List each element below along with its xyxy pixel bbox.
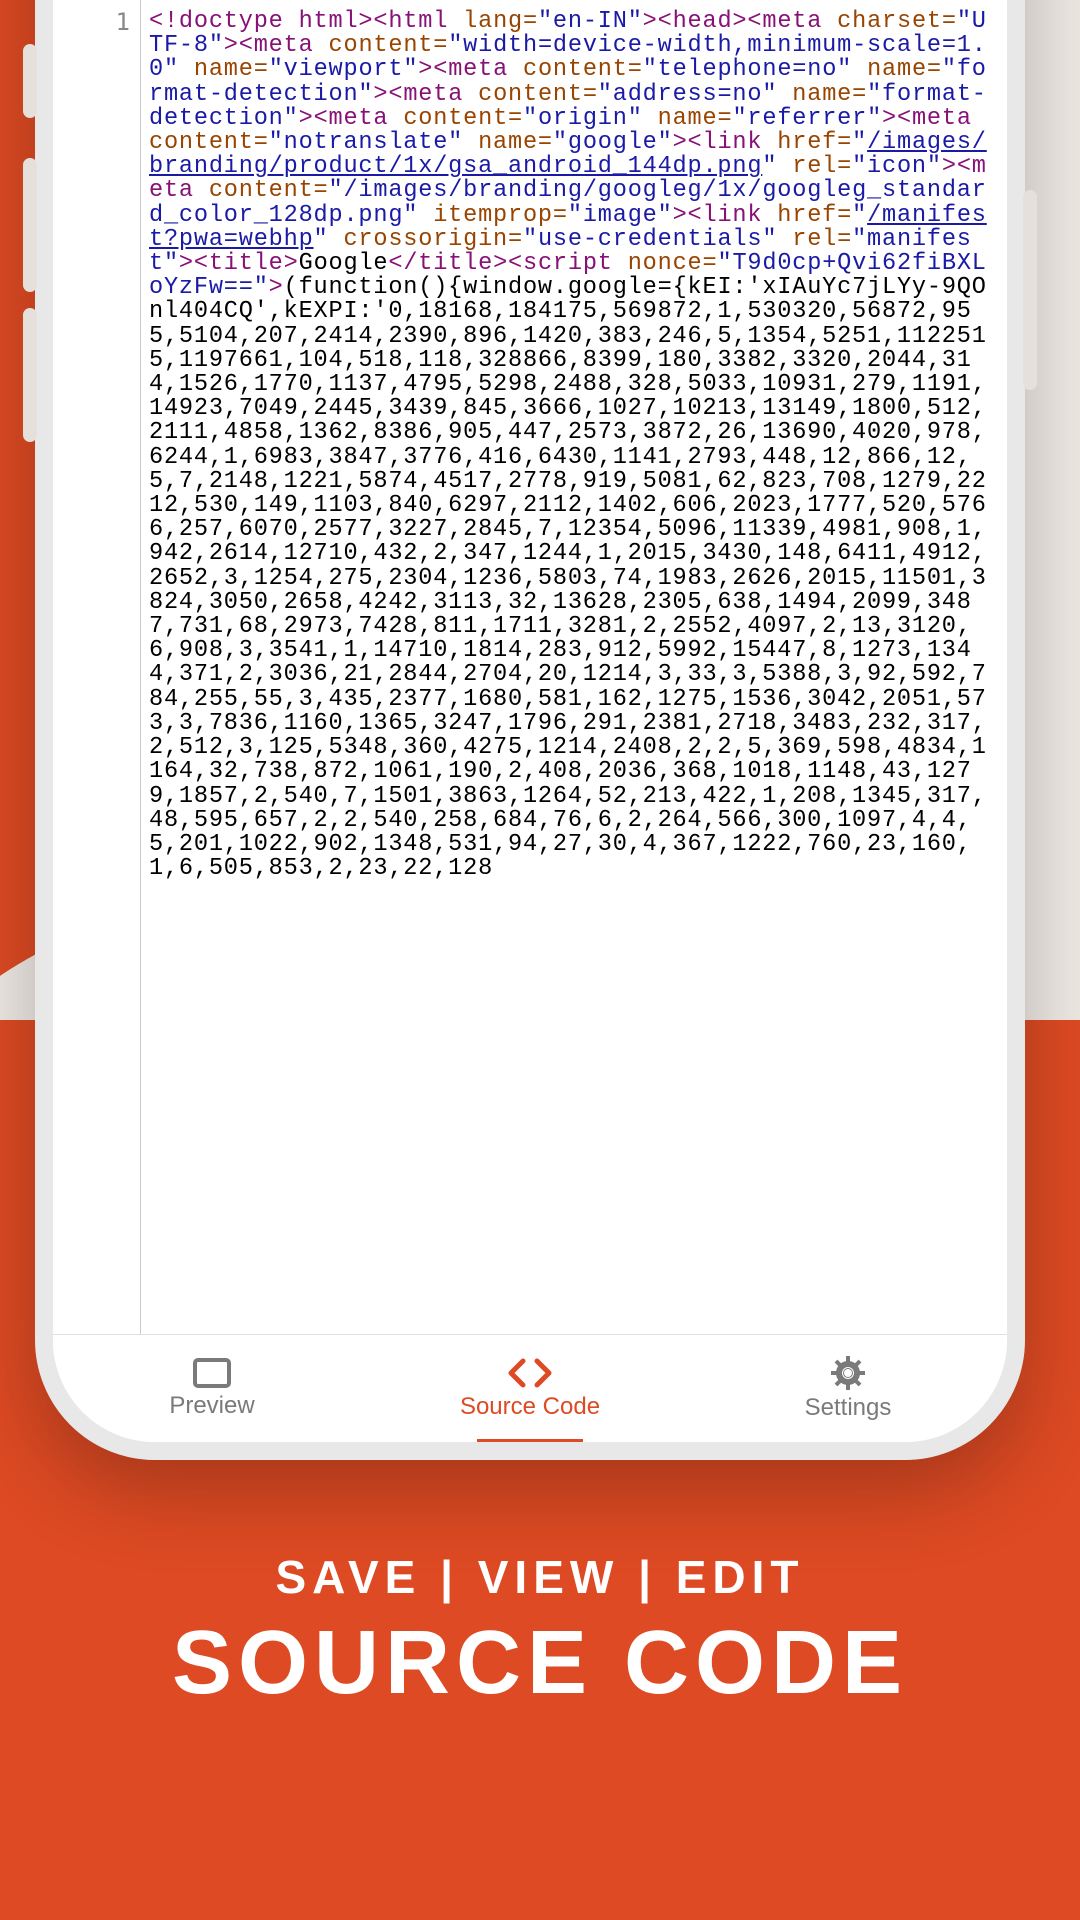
nav-source-label: Source Code bbox=[460, 1393, 600, 1421]
gear-icon bbox=[831, 1356, 865, 1390]
code-icon bbox=[505, 1357, 555, 1389]
phone-button-power bbox=[1023, 190, 1037, 390]
preview-icon bbox=[193, 1358, 231, 1388]
code-editor[interactable]: 1 <!doctype html><html lang="en-IN"><hea… bbox=[53, 0, 1007, 1334]
nav-active-underline bbox=[477, 1439, 583, 1442]
phone-frame: 1 <!doctype html><html lang="en-IN"><hea… bbox=[35, 0, 1025, 1460]
phone-button-volume-down bbox=[23, 308, 37, 442]
phone-button-mute bbox=[23, 44, 37, 118]
tagline-big: SOURCE CODE bbox=[0, 1612, 1080, 1715]
nav-source-code[interactable]: Source Code bbox=[371, 1335, 689, 1442]
phone-button-volume-up bbox=[23, 158, 37, 292]
tagline-small: SAVE | VIEW | EDIT bbox=[0, 1550, 1080, 1604]
nav-preview[interactable]: Preview bbox=[53, 1335, 371, 1442]
marketing-tagline: SAVE | VIEW | EDIT SOURCE CODE bbox=[0, 1550, 1080, 1715]
phone-screen: 1 <!doctype html><html lang="en-IN"><hea… bbox=[53, 0, 1007, 1442]
nav-settings-label: Settings bbox=[805, 1394, 892, 1422]
nav-settings[interactable]: Settings bbox=[689, 1335, 1007, 1442]
line-number: 1 bbox=[53, 8, 140, 36]
line-gutter: 1 bbox=[53, 0, 141, 1334]
nav-preview-label: Preview bbox=[169, 1392, 254, 1420]
bottom-nav: Preview Source Code Settings bbox=[53, 1334, 1007, 1442]
source-code-text[interactable]: <!doctype html><html lang="en-IN"><head>… bbox=[141, 0, 1007, 1334]
